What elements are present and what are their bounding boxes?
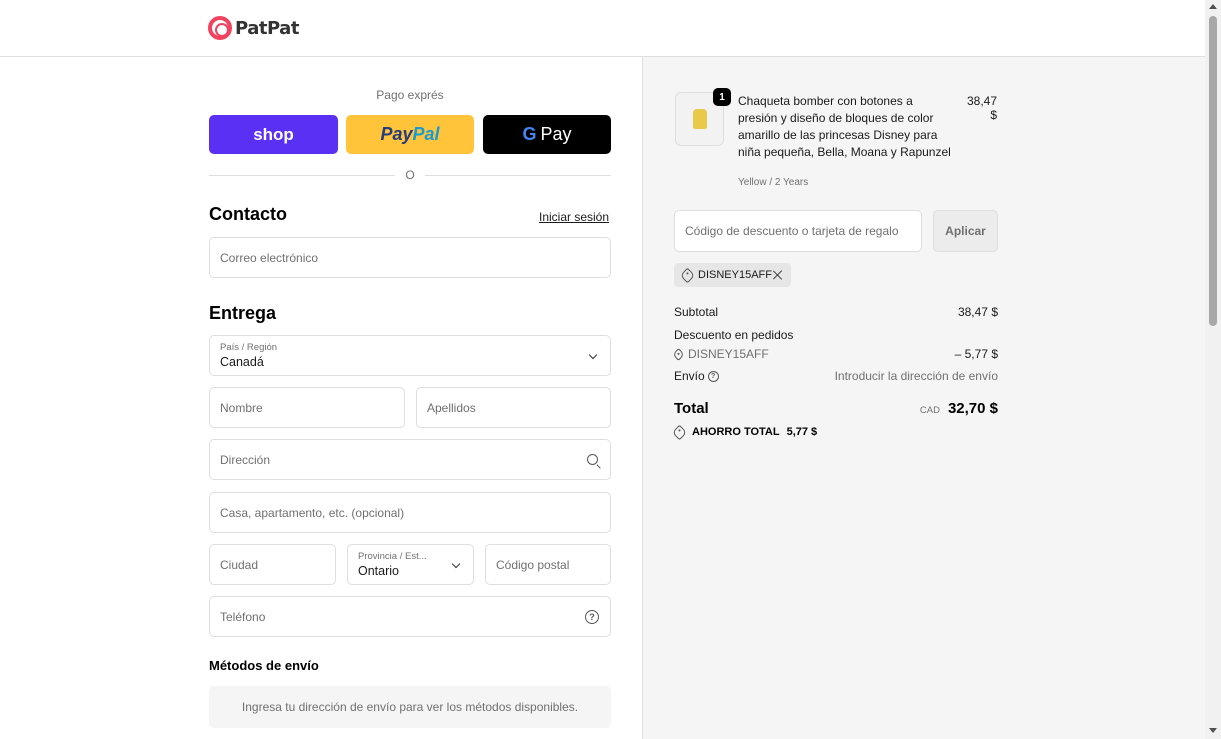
- apply-discount-button[interactable]: Aplicar: [933, 210, 998, 252]
- google-pay-label: Pay: [540, 124, 572, 144]
- chevron-down-icon: [588, 350, 598, 360]
- order-discount-label: Descuento en pedidos: [674, 328, 794, 342]
- discount-code-label: DISNEY15AFF: [688, 347, 769, 361]
- scrollbar-thumb[interactable]: [1209, 16, 1217, 326]
- email-placeholder: Correo electrónico: [220, 250, 319, 265]
- scroll-down-arrow-icon[interactable]: [1209, 728, 1217, 733]
- first-name-field[interactable]: Nombre: [209, 387, 405, 428]
- discount-code-value: – 5,77 $: [954, 347, 998, 361]
- help-icon[interactable]: ?: [585, 610, 599, 624]
- order-summary-column: 1 Chaqueta bomber con botones a presión …: [642, 57, 1205, 739]
- discount-placeholder: Código de descuento o tarjeta de regalo: [685, 224, 899, 238]
- country-select[interactable]: País / Región Canadá: [209, 335, 611, 376]
- savings-label: AHORRO TOTAL: [692, 426, 780, 438]
- shipping-label: Envío: [674, 369, 705, 383]
- jacket-image: [693, 109, 707, 129]
- checkout-form-column: Pago exprés shop Pay Pal G Pay O Contacto…: [0, 57, 642, 739]
- last-name-placeholder: Apellidos: [427, 400, 476, 415]
- login-link[interactable]: Iniciar sesión: [539, 210, 609, 224]
- google-pay-button[interactable]: G Pay: [483, 115, 611, 154]
- postal-code-placeholder: Código postal: [496, 557, 570, 572]
- shipping-methods-notice: Ingresa tu dirección de envío para ver l…: [209, 686, 611, 728]
- product-variant: Yellow / 2 Years: [738, 177, 809, 188]
- city-field[interactable]: Ciudad: [209, 544, 336, 585]
- search-icon: [587, 454, 598, 465]
- header: PatPat: [0, 0, 1205, 57]
- apartment-field[interactable]: Casa, apartamento, etc. (opcional): [209, 492, 611, 533]
- country-label: País / Región: [220, 342, 278, 353]
- total-label: Total: [674, 400, 709, 417]
- shipping-methods-title: Métodos de envío: [209, 658, 319, 673]
- first-name-placeholder: Nombre: [220, 400, 263, 415]
- email-field[interactable]: Correo electrónico: [209, 237, 611, 278]
- tag-icon: [671, 424, 688, 440]
- logo-icon: [208, 16, 232, 40]
- or-divider: O: [209, 168, 611, 182]
- province-value: Ontario: [358, 564, 399, 578]
- chevron-down-icon: [451, 559, 461, 569]
- discount-code-input[interactable]: Código de descuento o tarjeta de regalo: [674, 210, 922, 252]
- apartment-placeholder: Casa, apartamento, etc. (opcional): [220, 505, 405, 520]
- discount-code-row: DISNEY15AFF – 5,77 $: [672, 347, 998, 361]
- shop-pay-button[interactable]: shop: [209, 115, 338, 154]
- quantity-badge: 1: [713, 88, 731, 106]
- total-row: Total CAD 32,70 $: [674, 400, 998, 418]
- phone-placeholder: Teléfono: [220, 609, 266, 624]
- paypal-label-b: Pal: [412, 124, 440, 144]
- patpat-logo[interactable]: PatPat: [208, 16, 299, 40]
- subtotal-row: Subtotal 38,47 $: [674, 305, 998, 319]
- total-amount: 32,70 $: [947, 400, 998, 417]
- subtotal-value: 38,47 $: [957, 305, 998, 319]
- paypal-label-a: Pay: [380, 124, 413, 144]
- info-icon[interactable]: ?: [707, 371, 719, 383]
- shop-pay-label: shop: [253, 124, 294, 144]
- last-name-field[interactable]: Apellidos: [416, 387, 611, 428]
- applied-discount-chip: DISNEY15AFF: [674, 263, 791, 287]
- shipping-value: Introducir la dirección de envío: [834, 369, 998, 383]
- scroll-up-arrow-icon[interactable]: [1209, 4, 1217, 9]
- tag-icon: [672, 347, 685, 361]
- order-discount-row: Descuento en pedidos: [674, 328, 998, 342]
- google-g-icon: G: [522, 124, 537, 144]
- tag-icon: [679, 267, 696, 283]
- phone-field[interactable]: Teléfono ?: [209, 596, 611, 637]
- country-value: Canadá: [220, 355, 264, 369]
- subtotal-label: Subtotal: [674, 305, 719, 319]
- shipping-row: Envío? Introducir la dirección de envío: [674, 369, 998, 383]
- address-field[interactable]: Dirección: [209, 439, 611, 480]
- postal-code-field[interactable]: Código postal: [485, 544, 611, 585]
- close-icon[interactable]: [773, 270, 783, 280]
- logo-text: PatPat: [235, 17, 299, 39]
- province-label: Provincia / Est...: [358, 551, 427, 562]
- address-placeholder: Dirección: [220, 452, 271, 467]
- contact-title: Contacto: [209, 204, 287, 224]
- delivery-title: Entrega: [209, 303, 277, 323]
- paypal-button[interactable]: Pay Pal: [346, 115, 474, 154]
- province-select[interactable]: Provincia / Est... Ontario: [347, 544, 474, 585]
- applied-code: DISNEY15AFF: [698, 269, 772, 281]
- total-savings: AHORRO TOTAL 5,77 $: [671, 424, 818, 440]
- currency-code: CAD: [919, 405, 940, 416]
- product-price: 38,47 $: [966, 94, 997, 122]
- product-title: Chaqueta bomber con botones a presión y …: [738, 94, 951, 159]
- express-checkout-title: Pago exprés: [376, 88, 444, 102]
- savings-value: 5,77 $: [786, 426, 818, 438]
- page-scrollbar[interactable]: [1205, 0, 1221, 739]
- city-placeholder: Ciudad: [220, 557, 259, 572]
